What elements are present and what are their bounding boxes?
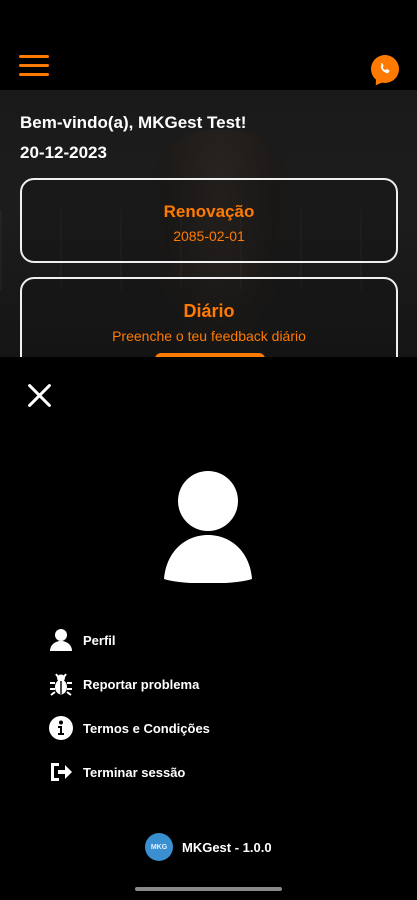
home-indicator[interactable] xyxy=(135,887,282,891)
menu-item-logout[interactable]: Terminar sessão xyxy=(48,759,210,785)
app-footer: MKG MKGest - 1.0.0 xyxy=(145,833,272,861)
bug-icon xyxy=(48,671,74,697)
welcome-message: Bem-vindo(a), MKGest Test! xyxy=(20,113,247,132)
current-date: 20-12-2023 xyxy=(20,143,107,162)
user-icon xyxy=(48,627,74,653)
renewal-card-title: Renovação xyxy=(163,202,255,221)
side-drawer: Perfil Reportar problema Termos e Condiç… xyxy=(0,357,417,900)
diary-card-subtitle: Preenche o teu feedback diário xyxy=(112,328,306,344)
logout-icon xyxy=(48,759,74,785)
menu-item-label: Perfil xyxy=(83,632,116,648)
menu-item-label: Termos e Condições xyxy=(83,720,210,736)
renewal-card[interactable]: Renovação 2085-02-01 xyxy=(20,178,398,263)
menu-item-terms[interactable]: Termos e Condições xyxy=(48,715,210,741)
diary-card-title: Diário xyxy=(183,301,235,321)
home-screen-background: Bem-vindo(a), MKGest Test! 20-12-2023 Re… xyxy=(0,0,417,357)
menu-item-report-problem[interactable]: Reportar problema xyxy=(48,671,210,697)
whatsapp-icon[interactable] xyxy=(371,55,399,83)
hamburger-menu-icon[interactable] xyxy=(19,55,49,79)
menu-item-label: Reportar problema xyxy=(83,676,200,692)
close-icon[interactable] xyxy=(26,382,52,408)
drawer-menu: Perfil Reportar problema Termos e Condiç… xyxy=(48,627,210,803)
renewal-card-date: 2085-02-01 xyxy=(173,228,245,244)
mkgest-logo: MKG xyxy=(145,833,173,861)
menu-item-label: Terminar sessão xyxy=(83,764,186,780)
menu-item-profile[interactable]: Perfil xyxy=(48,627,210,653)
info-icon xyxy=(48,715,74,741)
user-avatar-icon xyxy=(164,471,252,584)
diary-card[interactable]: Diário Preenche o teu feedback diário xyxy=(20,277,398,357)
app-version: MKGest - 1.0.0 xyxy=(182,839,272,855)
top-bar xyxy=(0,0,417,90)
